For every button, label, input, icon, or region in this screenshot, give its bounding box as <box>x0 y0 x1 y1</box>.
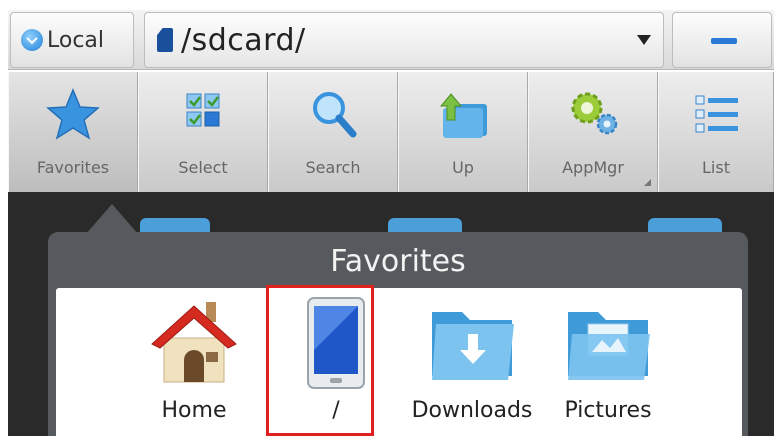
select-grid-icon <box>173 86 233 142</box>
folder-icon <box>388 218 462 232</box>
more-options-indicator <box>644 179 651 186</box>
local-button[interactable]: Local <box>10 12 134 68</box>
toolbar-label: AppMgr <box>562 158 624 177</box>
toolbar-appmgr-button[interactable]: AppMgr <box>528 72 658 192</box>
popup-title: Favorites <box>330 244 466 279</box>
favorites-grid: Home / Downloads Pictures <box>56 288 742 436</box>
selection-highlight <box>266 285 374 436</box>
list-icon <box>686 86 746 142</box>
star-icon <box>43 86 103 142</box>
favorite-home[interactable]: Home <box>124 288 264 436</box>
toolbar-label: Select <box>178 158 228 177</box>
favorite-downloads[interactable]: Downloads <box>402 288 542 436</box>
toolbar-up-button[interactable]: Up <box>398 72 528 192</box>
toolbar-label: Search <box>305 158 361 177</box>
toolbar-label: List <box>702 158 730 177</box>
favorites-popup: Favorites Home / Downloads Pictures <box>48 232 748 436</box>
current-path: /sdcard/ <box>181 22 306 58</box>
favorite-label: Downloads <box>411 398 533 423</box>
local-dropdown-icon <box>21 29 43 51</box>
toolbar: Favorites Select Search Up AppMgr List <box>8 72 774 192</box>
path-selector[interactable]: /sdcard/ <box>144 12 664 68</box>
folder-icon <box>648 218 722 232</box>
address-bar: Local /sdcard/ <box>8 10 774 70</box>
favorite-label: Home <box>161 398 227 423</box>
toolbar-label: Favorites <box>36 158 110 177</box>
favorite-pictures[interactable]: Pictures <box>538 288 678 436</box>
minimize-button[interactable] <box>672 12 772 68</box>
minus-icon <box>711 38 737 44</box>
toolbar-select-button[interactable]: Select <box>138 72 268 192</box>
toolbar-search-button[interactable]: Search <box>268 72 398 192</box>
pictures-folder-icon <box>558 294 658 390</box>
chevron-down-icon[interactable] <box>637 35 651 45</box>
local-label: Local <box>47 27 105 53</box>
favorite-label: Pictures <box>564 398 652 423</box>
toolbar-list-button[interactable]: List <box>658 72 774 192</box>
popup-pointer <box>86 204 138 234</box>
folder-icon <box>140 218 210 232</box>
download-folder-icon <box>422 294 522 390</box>
gears-icon <box>563 86 623 142</box>
folder-up-icon <box>433 86 493 142</box>
magnifier-icon <box>303 86 363 142</box>
sdcard-icon <box>157 28 173 52</box>
toolbar-label: Up <box>452 158 474 177</box>
toolbar-favorites-button[interactable]: Favorites <box>8 72 138 192</box>
house-icon <box>144 294 244 390</box>
